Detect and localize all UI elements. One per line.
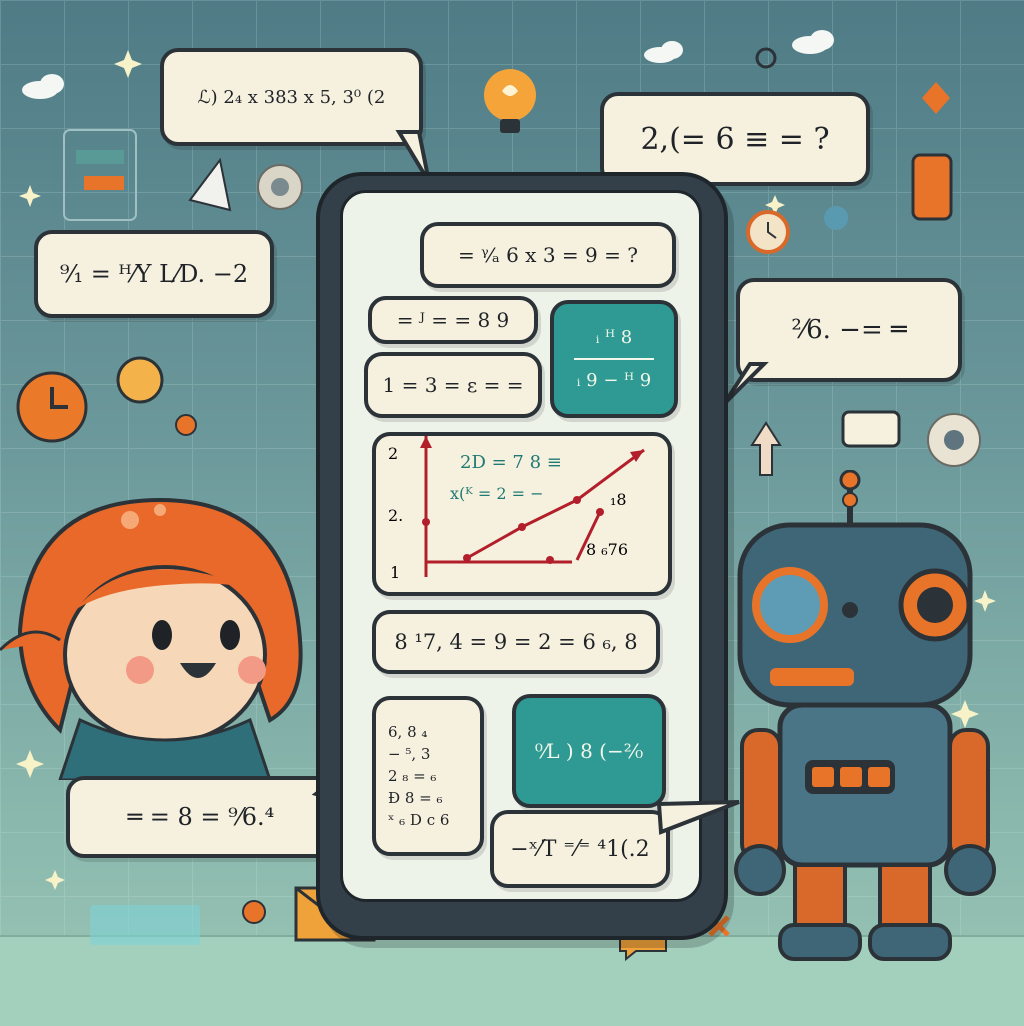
bubble-text: ═ = 8 = ⁹⁄6.⁴ <box>127 803 275 831</box>
coin-icon <box>116 356 164 404</box>
divider <box>574 358 654 360</box>
graph-label: 2. <box>388 506 404 525</box>
clock-icon <box>16 371 88 443</box>
screen-header-equation: = ᵞ⁄ₐ 6 x 3 = 9 = ? <box>420 222 676 288</box>
chat-message-1: = ᴶ = = 8 9 <box>368 296 538 344</box>
teal-card-2: ⁰⁄L ) 8 (−²⁄₀ <box>512 694 666 808</box>
lightbulb-icon <box>484 69 536 133</box>
bubble-left-mid: ⁹⁄₁ = ᴴ⁄Y L⁄D. −2 <box>34 230 274 318</box>
note-line: ˣ ₆ D c 6 <box>388 811 450 829</box>
graph-equation: x(ᴷ = 2 = − <box>450 484 544 503</box>
gear-icon <box>927 413 981 467</box>
note-line: 6, 8 ₄ <box>388 723 428 741</box>
graph-label: 1 <box>390 563 401 582</box>
bubble-text: 1 = 3 = ε = = <box>382 373 524 397</box>
bubble-tail <box>656 800 740 835</box>
note-line: − ⁵, 3 <box>388 745 431 763</box>
card-text-bottom: ᵢ 9 − ᴴ 9 <box>576 370 652 391</box>
graph-label: 2 <box>388 444 399 463</box>
clock-icon <box>746 210 790 254</box>
card-text-top: ᵢ ᴴ 8 <box>595 327 633 348</box>
bubble-text: 2,(= 6 ≡ = ? <box>640 121 830 157</box>
chat-icon <box>841 410 901 448</box>
note-line: 2 ₈ = ₆ <box>388 767 437 785</box>
robot-icon <box>734 470 996 961</box>
bubble-bottom-left: ═ = 8 = ⁹⁄6.⁴ <box>66 776 336 858</box>
bubble-text: 8 ¹7, 4 = 9 = 2 = 6 ₆, 8 <box>394 630 638 654</box>
notes-card: 6, 8 ₄ − ⁵, 3 2 ₈ = ₆ Ɖ 8 = ₆ ˣ ₆ D c 6 <box>372 696 484 856</box>
graph-equation: 2D = 7 8 ≡ <box>460 452 562 473</box>
bubble-text: −ˣ⁄T ⁼⁄⁼ ⁴1(.2 <box>510 836 650 862</box>
cloud-icon <box>22 30 834 99</box>
graph-label: 8 ₆76 <box>586 540 629 559</box>
bubble-text: ⁹⁄₁ = ᴴ⁄Y L⁄D. −2 <box>59 260 249 288</box>
gear-icon <box>257 164 303 210</box>
card-text: ⁰⁄L ) 8 (−²⁄₀ <box>534 739 644 763</box>
bubble-bottom-phone: −ˣ⁄T ⁼⁄⁼ ⁴1(.2 <box>490 810 670 888</box>
bubble-text: = ᴶ = = 8 9 <box>396 308 510 332</box>
chat-message-2: 1 = 3 = ε = = <box>364 352 542 418</box>
bubble-text: ²⁄6. −= ═ <box>791 315 907 345</box>
girl-character-icon <box>0 497 303 780</box>
bubble-text: ℒ) 2₄ x 383 x 5, 3⁰ (2 <box>197 86 386 108</box>
note-line: Ɖ 8 = ₆ <box>388 789 443 807</box>
graph-label: ₁8 <box>610 490 627 509</box>
teal-card-1: ᵢ ᴴ 8 ᵢ 9 − ᴴ 9 <box>550 300 678 418</box>
chat-message-3: 8 ¹7, 4 = 9 = 2 = 6 ₆, 8 <box>372 610 660 674</box>
bubble-text: = ᵞ⁄ₐ 6 x 3 = 9 = ? <box>458 243 638 267</box>
bubble-top-left: ℒ) 2₄ x 383 x 5, 3⁰ (2 <box>160 48 423 146</box>
phone-mini-icon <box>911 153 953 221</box>
